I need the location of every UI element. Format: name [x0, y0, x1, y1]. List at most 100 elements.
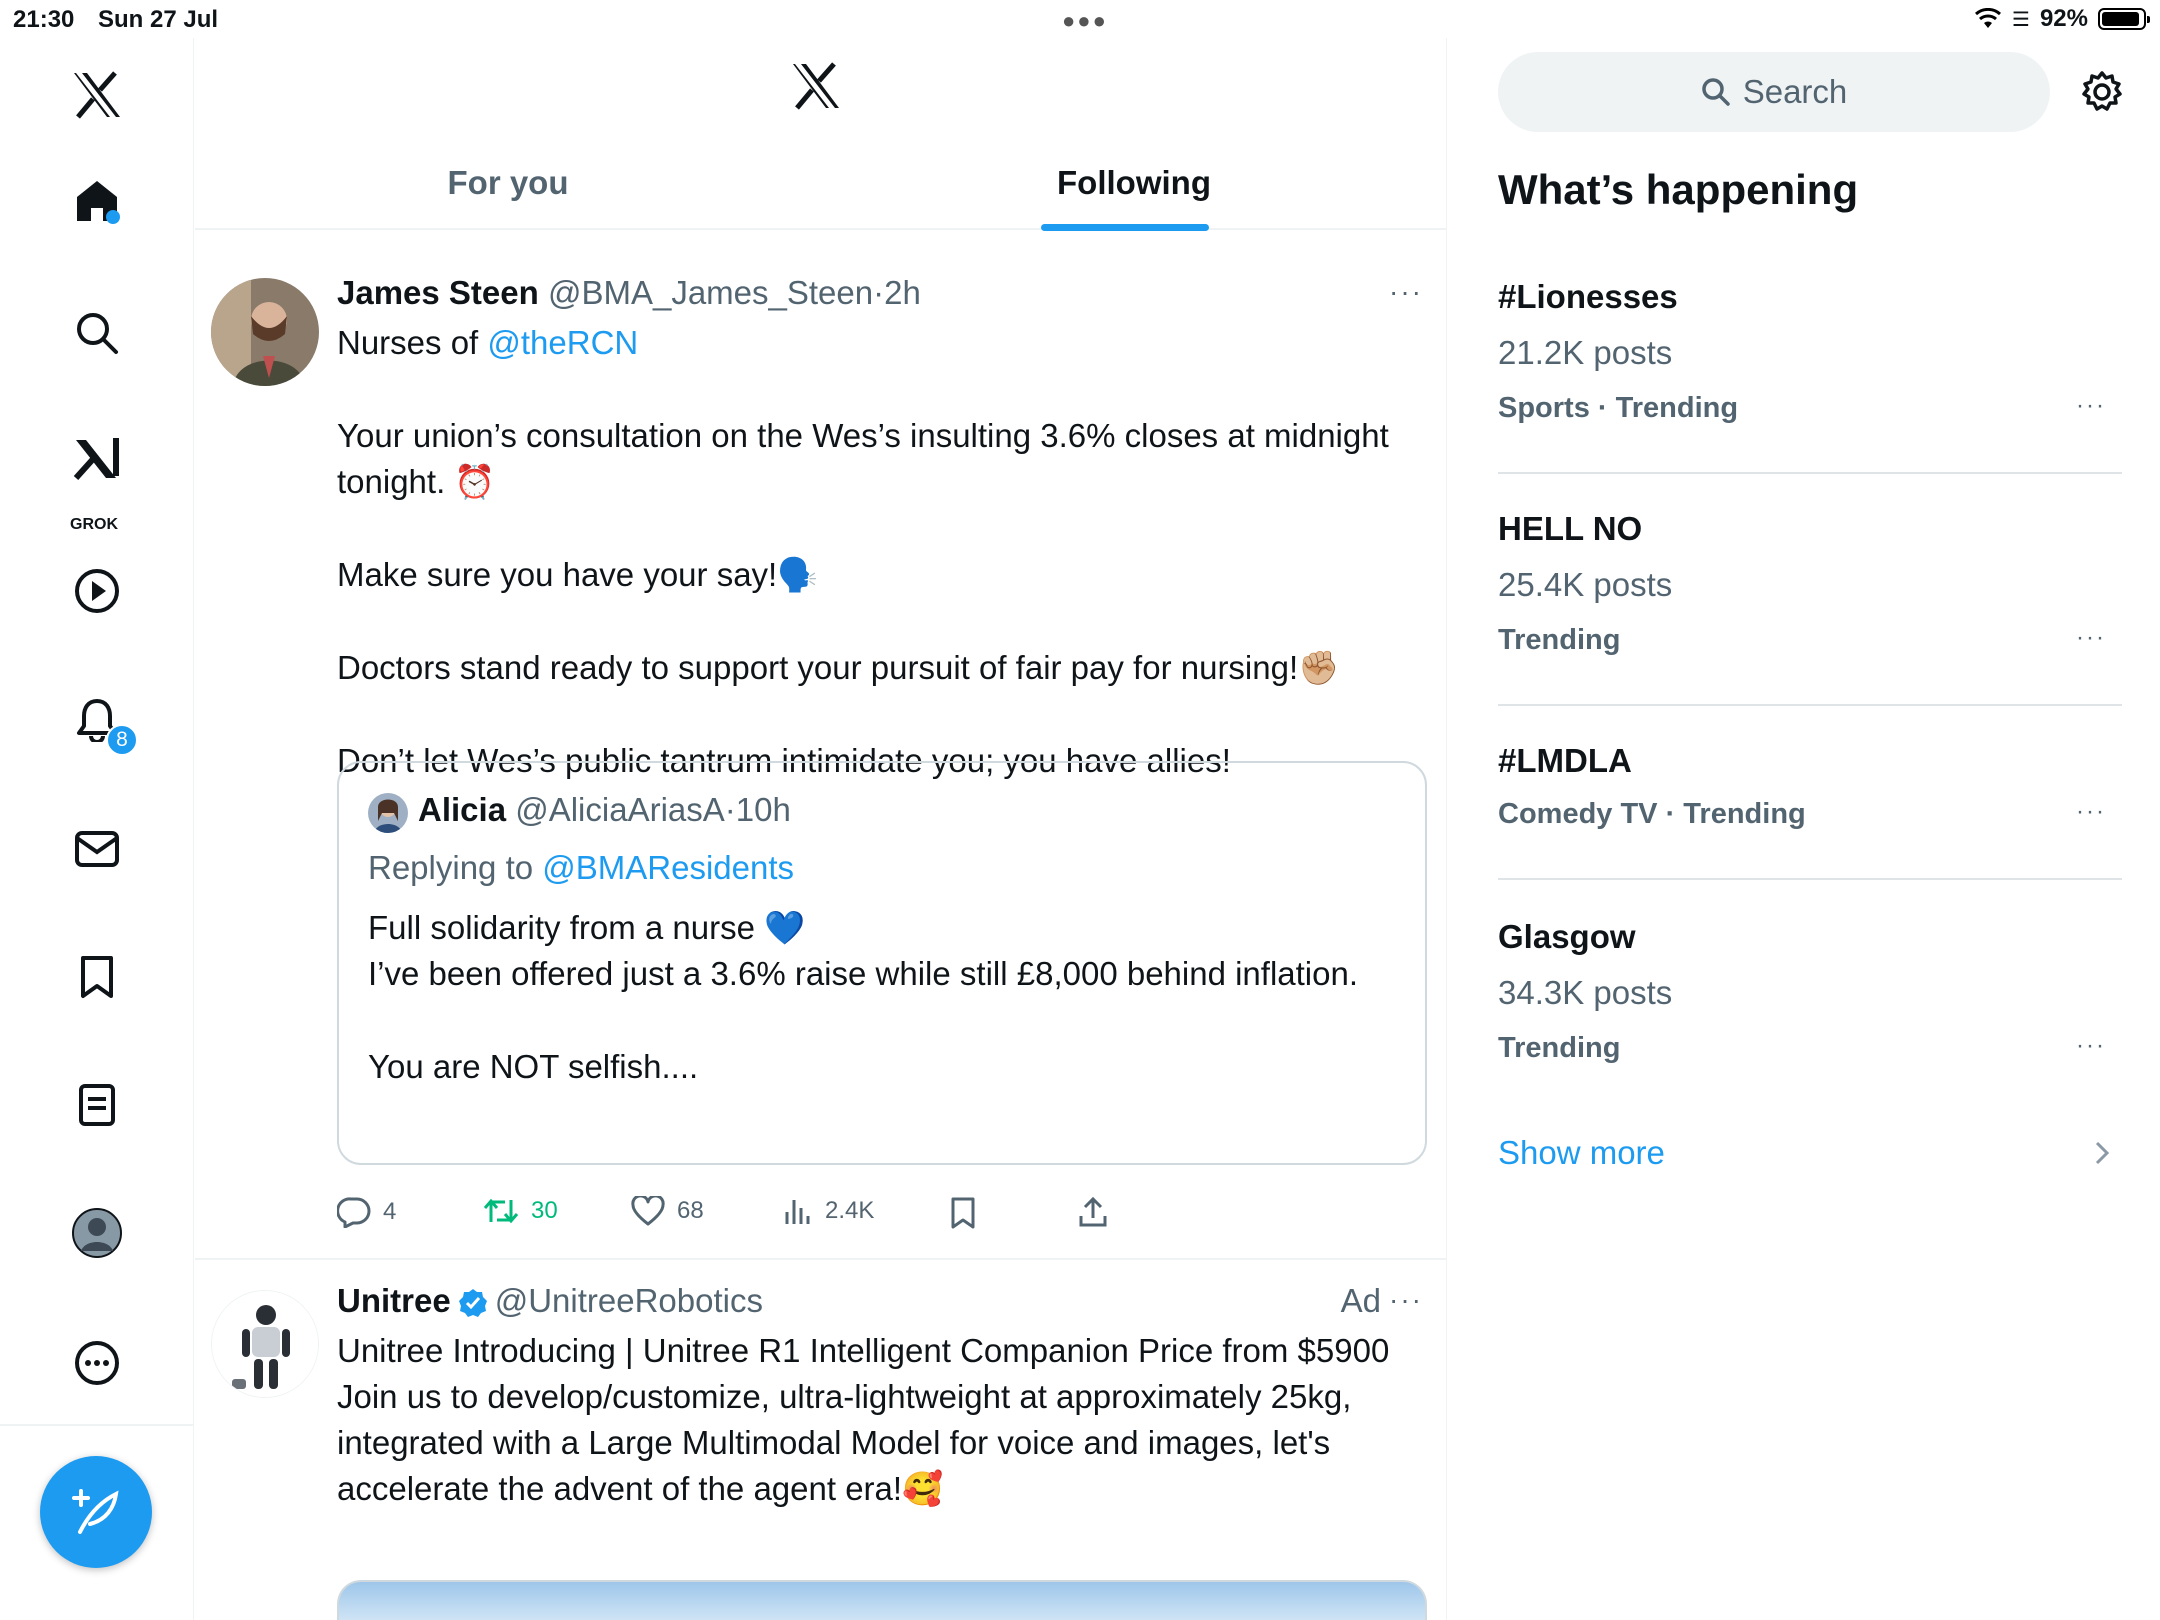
tweet-paragraph: Make sure you have your say!🗣️ [337, 556, 819, 593]
reply-icon [337, 1197, 371, 1228]
tab-following[interactable]: Following [821, 158, 1447, 230]
trend-divider [1498, 472, 2122, 474]
views-button[interactable]: 2.4K [783, 1196, 874, 1226]
trend-more-icon[interactable]: ··· [2076, 1032, 2106, 1060]
more-circle-icon[interactable] [62, 1328, 132, 1398]
tweet-time[interactable]: 2h [884, 274, 921, 311]
bookmark-icon[interactable] [62, 942, 132, 1012]
trend-more-icon[interactable]: ··· [2076, 624, 2106, 652]
battery-fill [2102, 12, 2139, 26]
tweet[interactable]: James Steen @BMA_James_Steen·2h ··· Nurs… [195, 232, 1447, 1260]
feather-plus-icon [72, 1489, 119, 1534]
views-count: 2.4K [825, 1197, 875, 1224]
trend-more-icon[interactable]: ··· [2076, 392, 2106, 420]
promoted-tweet[interactable]: Unitree @UnitreeRobotics Ad ··· Unitree I… [195, 1260, 1447, 1620]
quote-line: I’ve been offered just a 3.6% raise whil… [368, 955, 1359, 992]
views-icon [785, 1200, 810, 1224]
left-nav-rail: GROK 8 [0, 38, 194, 1620]
avatar[interactable] [211, 1290, 319, 1398]
retweet-count: 30 [531, 1197, 558, 1224]
right-sidebar: Search What’s happening #Lionesses 21.2K… [1448, 38, 2160, 1620]
settings-gear-icon[interactable] [2080, 70, 2124, 119]
avatar[interactable] [211, 278, 319, 386]
mention-link[interactable]: @BMAResidents [542, 849, 794, 886]
reply-button[interactable]: 4 [337, 1196, 396, 1228]
quote-line: You are NOT selfish.... [368, 1048, 699, 1085]
tweet-paragraph: Your union’s consultation on the Wes’s i… [337, 417, 1389, 500]
status-time: 21:30 [13, 6, 75, 33]
list-icon[interactable] [62, 1070, 132, 1140]
search-input[interactable]: Search [1498, 52, 2050, 132]
search-placeholder: Search [1742, 73, 1848, 110]
trend-item[interactable]: #Lionesses 21.2K posts Sports · Trending… [1498, 278, 2122, 498]
mail-icon[interactable] [62, 814, 132, 884]
like-count: 68 [677, 1197, 704, 1224]
retweet-icon [483, 1198, 519, 1224]
trend-more-icon[interactable]: ··· [2076, 798, 2106, 826]
quote-author-handle[interactable]: @AliciaAriasA [515, 791, 725, 828]
grok-icon[interactable] [62, 424, 132, 494]
quote-author-name[interactable]: Alicia [418, 791, 506, 828]
tab-for-you[interactable]: For you [195, 158, 821, 230]
show-more-link[interactable]: Show more [1498, 1134, 1665, 1172]
trend-title: Glasgow [1498, 918, 1636, 955]
search-icon[interactable] [62, 298, 132, 368]
trend-divider [1498, 878, 2122, 880]
trend-posts: 25.4K posts [1498, 566, 1673, 603]
timeline-column: For you Following James Steen @BMA_James… [195, 38, 1447, 1620]
multitasking-dots-icon[interactable]: ●●● [1062, 8, 1108, 34]
wifi-icon [1975, 8, 2002, 28]
compose-button[interactable] [40, 1456, 152, 1568]
tweet-paragraph: Doctors stand ready to support your purs… [337, 649, 1340, 686]
profile-avatar-icon[interactable] [62, 1198, 132, 1268]
separator-dot: · [724, 791, 736, 828]
mention-link[interactable]: @theRCN [487, 324, 638, 361]
tweet-paragraph: Join us to develop/customize, ultra-ligh… [337, 1378, 1352, 1507]
trend-item[interactable]: HELL NO 25.4K posts Trending ··· [1498, 510, 2122, 730]
x-logo-icon[interactable] [62, 60, 132, 130]
reply-count: 4 [383, 1198, 397, 1225]
status-bar: 21:30 Sun 27 Jul ●●● ☰ 92% [0, 0, 2160, 38]
trend-title: #Lionesses [1498, 278, 1678, 315]
avatar[interactable] [368, 793, 408, 833]
home-icon[interactable] [62, 166, 132, 236]
tweet-paragraph: Unitree Introducing | Unitree R1 Intelli… [337, 1332, 1390, 1369]
tweet-line: Nurses of [337, 324, 488, 361]
tweet-author-name[interactable]: James Steen [337, 274, 539, 311]
play-icon[interactable] [62, 556, 132, 626]
notifications-badge: 8 [106, 724, 138, 756]
bookmark-button[interactable] [949, 1196, 977, 1230]
quote-text: Full solidarity from a nurse 💙 I’ve been… [368, 905, 1388, 1090]
tweet-more-icon[interactable]: ··· [1389, 276, 1423, 308]
home-unread-dot [106, 210, 120, 224]
ad-label: Ad [1340, 1282, 1381, 1319]
tweet-header: Unitree @UnitreeRobotics [337, 1282, 763, 1320]
tweet-author-handle[interactable]: @UnitreeRobotics [495, 1282, 763, 1319]
tweet-author-name[interactable]: Unitree [337, 1282, 451, 1319]
rail-divider [0, 1424, 194, 1426]
retweet-button[interactable]: 30 [483, 1196, 558, 1226]
tweet-text: Unitree Introducing | Unitree R1 Intelli… [337, 1328, 1417, 1512]
quote-line: Full solidarity from a nurse 💙 [368, 909, 806, 946]
battery-percent: 92% [2039, 5, 2088, 32]
tweet-more-icon[interactable]: ··· [1389, 1284, 1423, 1316]
tweet-header: James Steen @BMA_James_Steen·2h [337, 274, 921, 312]
trend-item[interactable]: Glasgow 34.3K posts Trending ··· [1498, 918, 2122, 1138]
like-button[interactable]: 68 [631, 1196, 704, 1226]
replying-label: Replying to [368, 849, 543, 886]
ad-media-image[interactable] [337, 1580, 1427, 1620]
tweet-author-handle[interactable]: @BMA_James_Steen [548, 274, 873, 311]
share-button[interactable] [1077, 1196, 1109, 1228]
trend-meta: Trending [1498, 624, 1621, 656]
chevron-right-icon [2095, 1141, 2110, 1165]
trend-title: #LMDLA [1498, 742, 1632, 779]
status-indicators: ☰ 92% [1974, 5, 2150, 33]
x-logo-icon [790, 62, 842, 115]
active-tab-indicator [1041, 224, 1209, 231]
battery-icon [2098, 8, 2150, 30]
trend-posts: 34.3K posts [1498, 974, 1673, 1011]
trend-meta: Comedy TV · Trending [1498, 798, 1806, 830]
share-icon [1079, 1196, 1107, 1227]
verified-badge-icon [458, 1289, 487, 1318]
quoted-tweet[interactable]: Alicia @AliciaAriasA·10h Replying to @BM… [337, 761, 1427, 1165]
